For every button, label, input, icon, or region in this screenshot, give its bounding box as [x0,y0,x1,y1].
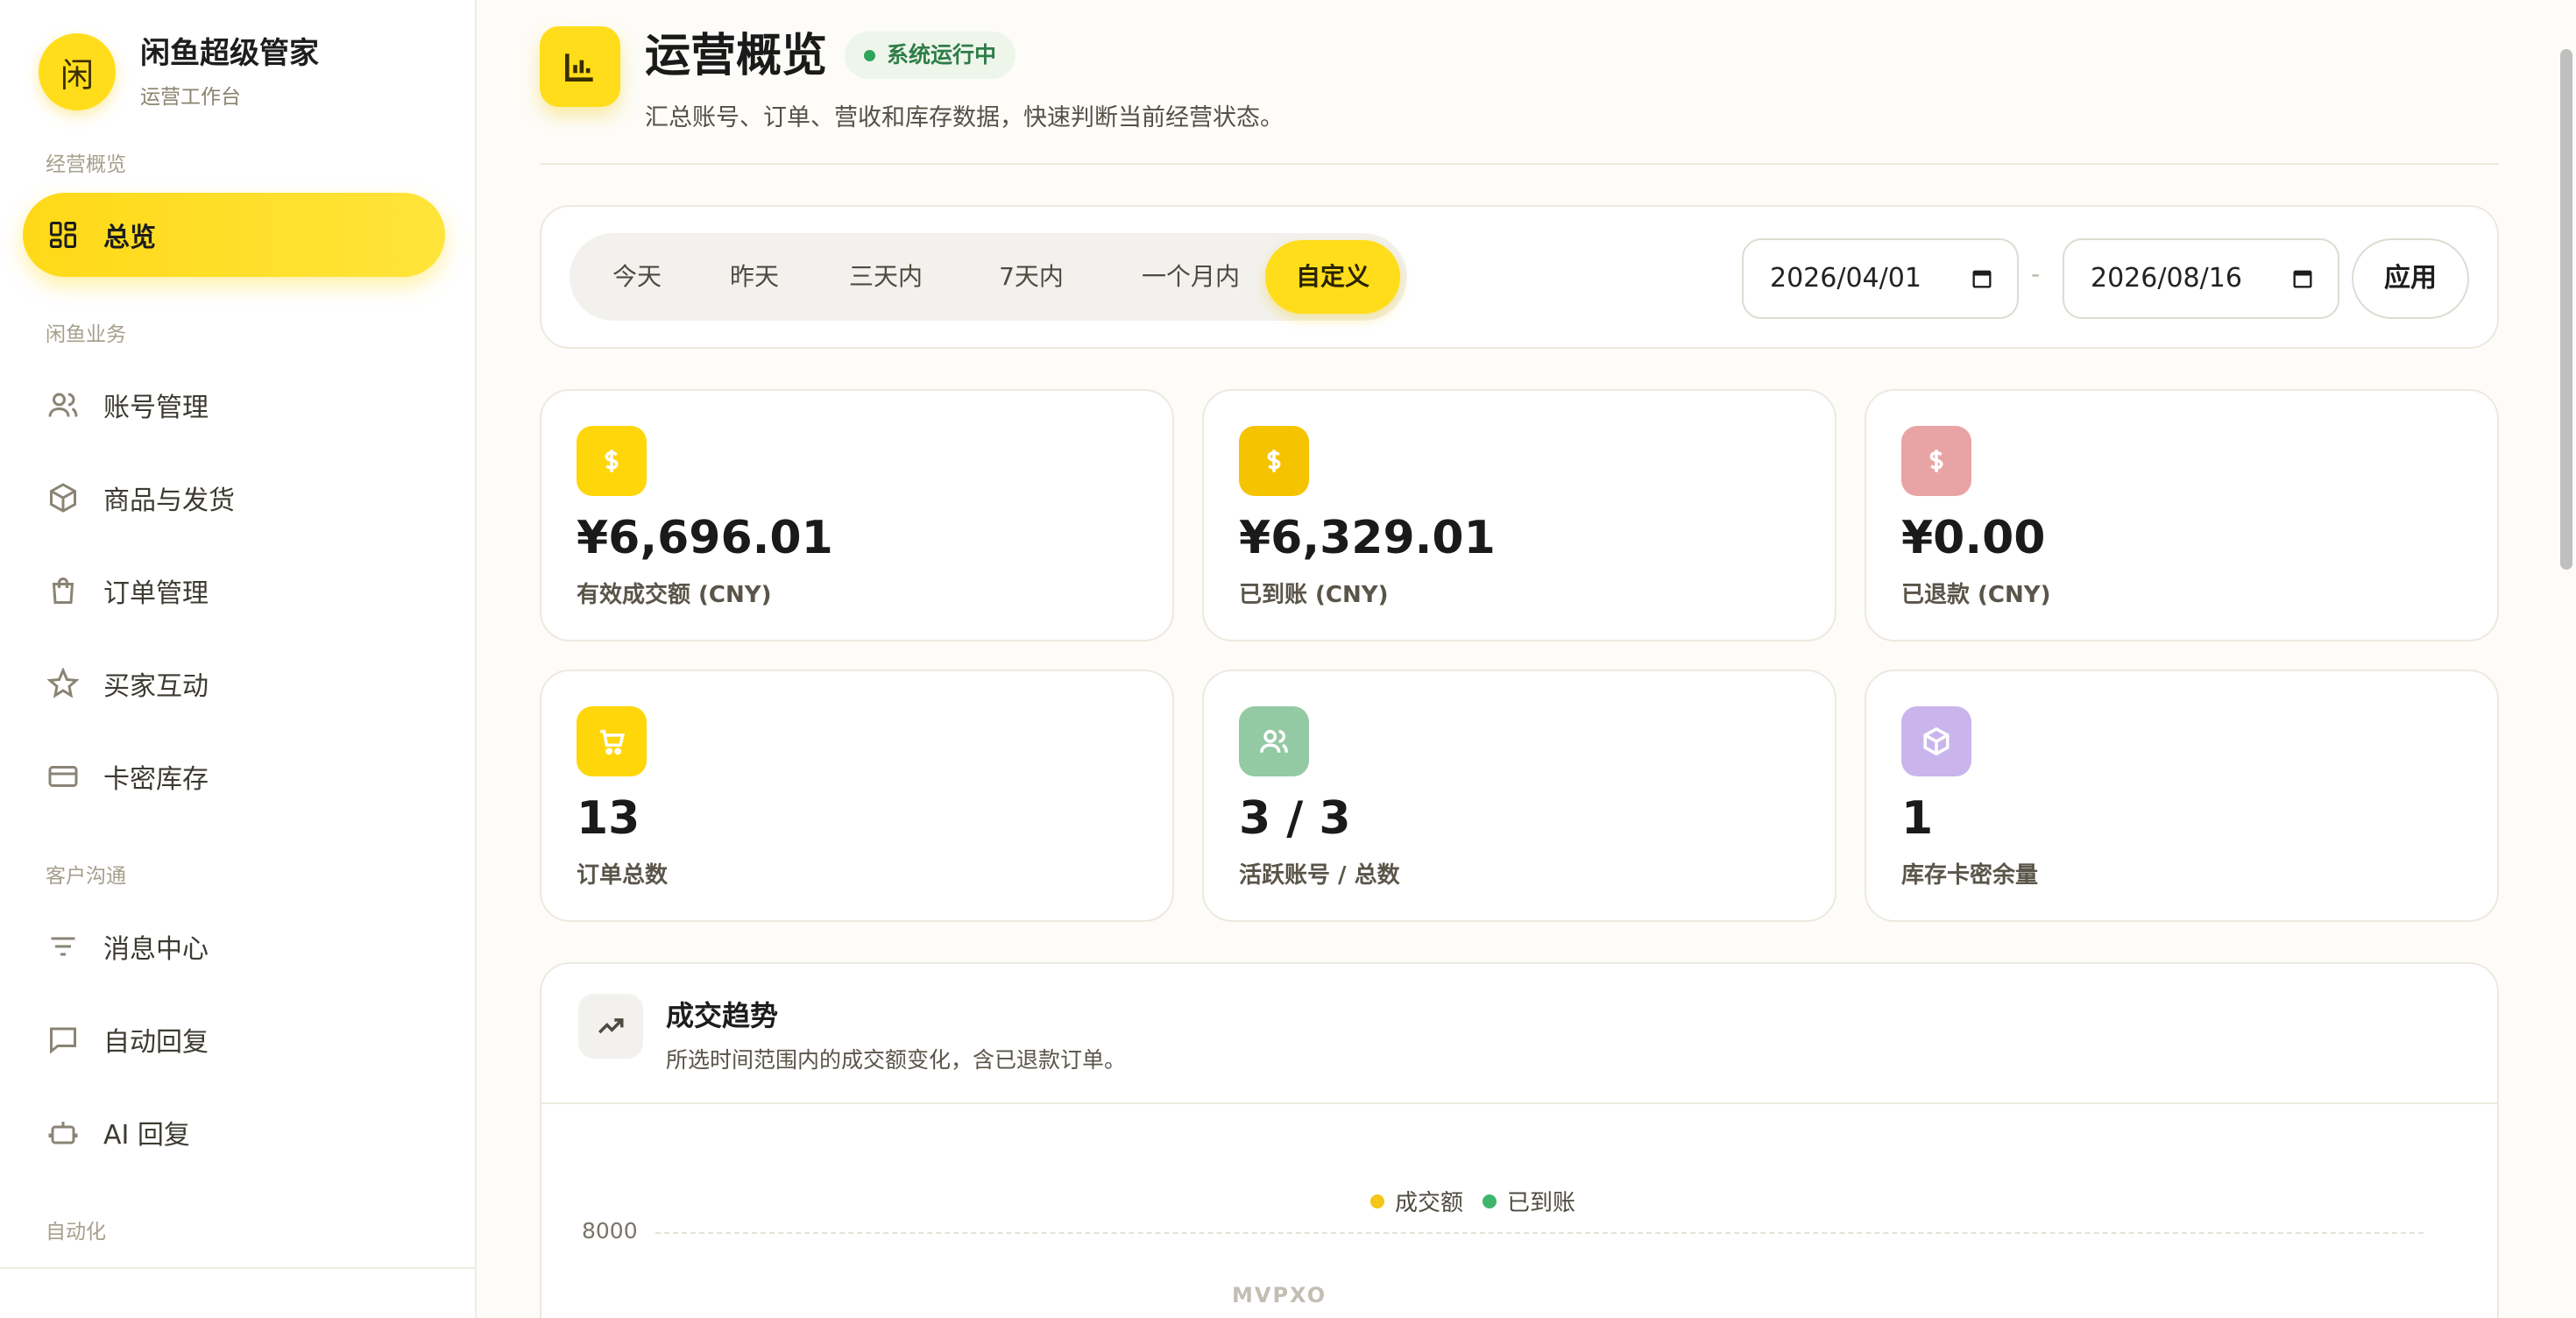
scrollbar[interactable] [2558,0,2576,1318]
shopping-bag-icon [46,573,81,608]
range-custom[interactable]: 自定义 [1265,240,1400,314]
end-date-value: 2026/08/16 [2091,263,2242,294]
date-filter-bar: 今天 昨天 三天内 7天内 一个月内 自定义 2026/04/01 - 2026… [540,205,2499,349]
brand: 闲 闲鱼超级管家 运营工作台 [39,33,319,110]
sidebar-item-orders[interactable]: 订单管理 [23,549,445,633]
dollar-icon [1901,426,1971,496]
users-icon [46,387,81,422]
stat-card-received: ¥6,329.01 已到账 (CNY) [1202,389,1836,641]
trending-up-icon [578,994,643,1059]
page-description: 汇总账号、订单、营收和库存数据，快速判断当前经营状态。 [645,104,1284,131]
credit-card-icon [46,759,81,794]
legend-label: 已到账 [1507,1190,1576,1216]
stat-value: 3 / 3 [1239,792,1351,845]
start-date-input[interactable]: 2026/04/01 [1742,238,2019,319]
trend-description: 所选时间范围内的成交额变化，含已退款订单。 [666,1047,1127,1073]
range-yesterday[interactable]: 昨天 [704,240,804,314]
start-date-value: 2026/04/01 [1770,263,1921,294]
legend-item-revenue[interactable]: 成交额 [1370,1185,1463,1217]
stat-label: 已到账 (CNY) [1239,582,1389,608]
stat-value: 1 [1901,792,1934,845]
brand-title: 闲鱼超级管家 [140,36,319,71]
trend-title: 成交趋势 [666,999,779,1032]
end-date-input[interactable]: 2026/08/16 [2063,238,2339,319]
stat-value: 13 [577,792,640,845]
users-icon [1239,706,1309,776]
box-icon [1901,706,1971,776]
sidebar-item-label: 自动回复 [103,1027,209,1058]
nav-section-communication: 客户沟通 [46,865,126,888]
sidebar-item-products[interactable]: 商品与发货 [23,456,445,540]
stat-label: 活跃账号 / 总数 [1239,862,1400,889]
apply-button[interactable]: 应用 [2352,238,2469,319]
sidebar-item-label: 买家互动 [103,671,209,702]
filter-lines-icon [46,929,81,964]
dollar-icon [1239,426,1309,496]
sidebar-item-label: 总览 [103,223,156,253]
header-divider [540,163,2499,165]
sidebar-item-overview[interactable]: 总览 [23,193,445,277]
sidebar-item-label: 商品与发货 [103,485,235,516]
stat-card-orders: 13 订单总数 [540,670,1174,922]
stat-label: 库存卡密余量 [1901,862,2039,889]
sidebar-item-label: AI 回复 [103,1120,190,1151]
sidebar-item-label: 卡密库存 [103,764,209,795]
chart-watermark: MVPXO [1232,1283,1327,1307]
trend-divider [541,1102,2497,1104]
status-badge: 系统运行中 [845,32,1016,79]
stat-value: ¥0.00 [1901,512,2046,564]
stat-card-effective-revenue: ¥6,696.01 有效成交额 (CNY) [540,389,1174,641]
scrollbar-thumb[interactable] [2560,49,2572,570]
date-separator: - [2031,259,2041,288]
star-icon [46,666,81,701]
legend-label: 成交额 [1395,1190,1464,1216]
bot-icon [46,1115,81,1150]
brand-logo: 闲 [39,33,116,110]
stat-card-inventory: 1 库存卡密余量 [1865,670,2499,922]
nav-section-automation: 自动化 [46,1221,106,1244]
range-7-days[interactable]: 7天内 [967,240,1095,314]
message-square-icon [46,1022,81,1057]
stat-card-refunded: ¥0.00 已退款 (CNY) [1865,389,2499,641]
stat-label: 有效成交额 (CNY) [577,582,772,608]
sidebar: 闲 闲鱼超级管家 运营工作台 经营概览 总览 闲鱼业务 账号管理 商品与发货 订… [0,0,477,1318]
sidebar-divider [0,1267,477,1269]
range-1-month[interactable]: 一个月内 [1113,240,1269,314]
dashboard-icon [46,217,81,252]
calendar-icon[interactable] [1970,266,1994,291]
range-segmented-control: 今天 昨天 三天内 7天内 一个月内 自定义 [570,233,1407,321]
sidebar-item-buyers[interactable]: 买家互动 [23,641,445,726]
stat-card-accounts: 3 / 3 活跃账号 / 总数 [1202,670,1836,922]
sidebar-item-label: 账号管理 [103,393,209,423]
dollar-icon [577,426,647,496]
package-icon [46,480,81,515]
sidebar-item-auto-reply[interactable]: 自动回复 [23,997,445,1081]
chart-legend: 成交额 已到账 [1370,1185,1595,1217]
sidebar-item-card-keys[interactable]: 卡密库存 [23,734,445,818]
y-axis-tick: 8000 [582,1218,638,1244]
nav-section-business: 闲鱼业务 [46,323,126,346]
nav-section-overview: 经营概览 [46,153,126,176]
page-title: 运营概览 [645,30,828,82]
legend-dot [1483,1194,1497,1208]
sidebar-item-label: 订单管理 [103,578,209,609]
chart-gridline [655,1232,2424,1234]
sidebar-item-ai-reply[interactable]: AI 回复 [23,1090,445,1174]
stat-label: 订单总数 [577,862,669,889]
stat-value: ¥6,329.01 [1239,512,1496,564]
stat-label: 已退款 (CNY) [1901,582,2051,608]
sidebar-item-accounts[interactable]: 账号管理 [23,363,445,447]
cart-icon [577,706,647,776]
legend-dot [1370,1194,1384,1208]
range-3-days[interactable]: 三天内 [822,240,950,314]
bar-chart-icon [540,26,620,107]
range-today[interactable]: 今天 [587,240,687,314]
brand-subtitle: 运营工作台 [140,86,241,109]
sidebar-item-label: 消息中心 [103,934,209,965]
legend-item-received[interactable]: 已到账 [1483,1185,1575,1217]
trend-card: 成交趋势 所选时间范围内的成交额变化，含已退款订单。 成交额 已到账 8000 … [540,962,2499,1318]
stat-value: ¥6,696.01 [577,512,833,564]
calendar-icon[interactable] [2290,266,2315,291]
sidebar-item-messages[interactable]: 消息中心 [23,904,445,988]
